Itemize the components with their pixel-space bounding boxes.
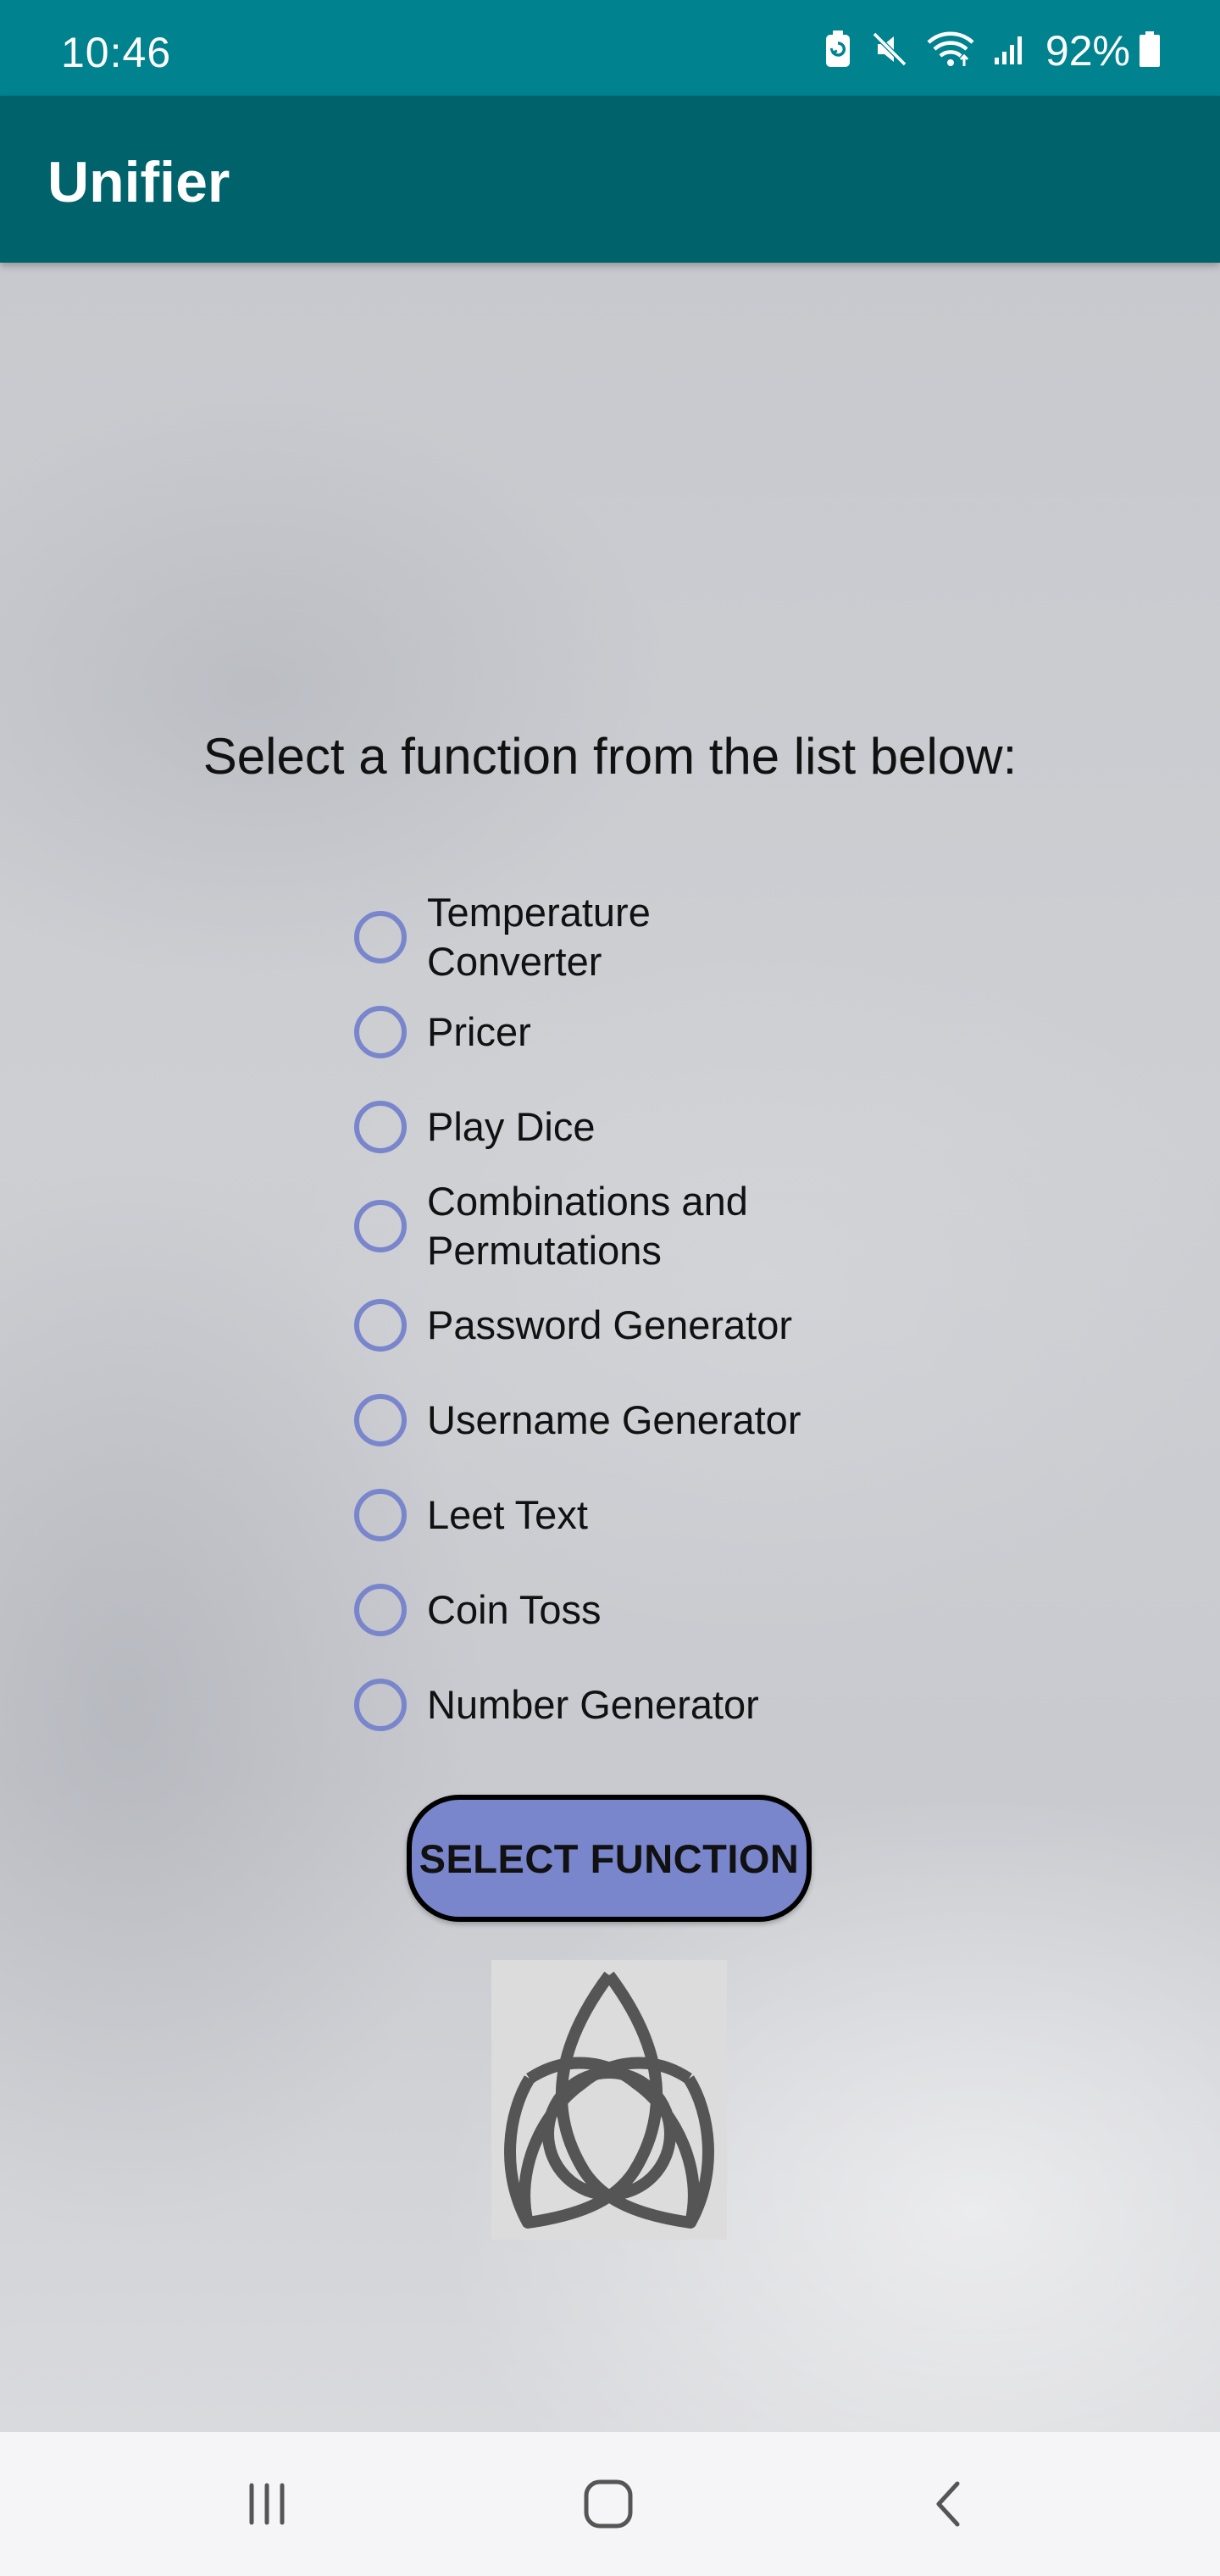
radio-option-combinations-and-permutations[interactable]: Combinations and Permutations xyxy=(352,1174,945,1278)
triquetra-icon xyxy=(504,1971,714,2229)
radio-button[interactable] xyxy=(354,1584,407,1636)
wifi-icon xyxy=(927,31,974,72)
radio-option-label: Temperature Converter xyxy=(427,890,651,984)
back-icon xyxy=(936,2481,960,2527)
radio-option-label: Username Generator xyxy=(427,1397,801,1442)
status-icons: 92% xyxy=(824,25,1161,76)
radio-option-temperature-converter[interactable]: Temperature Converter xyxy=(352,890,945,985)
radio-option-label: Leet Text xyxy=(427,1492,588,1537)
radio-option-leet-text[interactable]: Leet Text xyxy=(352,1468,945,1563)
mute-icon xyxy=(871,31,908,72)
home-icon xyxy=(584,2479,633,2529)
radio-option-username-generator[interactable]: Username Generator xyxy=(352,1373,945,1468)
logo-image xyxy=(491,1960,727,2240)
radio-button[interactable] xyxy=(354,1101,407,1153)
app-bar: Unifier xyxy=(0,96,1220,263)
radio-button[interactable] xyxy=(354,1200,407,1252)
battery-saver-icon xyxy=(824,30,852,73)
radio-button[interactable] xyxy=(354,1679,407,1731)
radio-option-play-dice[interactable]: Play Dice xyxy=(352,1080,945,1174)
recent-apps-icon xyxy=(249,2483,285,2525)
home-button[interactable] xyxy=(574,2470,642,2538)
radio-button[interactable] xyxy=(354,1394,407,1446)
recent-apps-button[interactable] xyxy=(233,2470,301,2538)
radio-option-label: Play Dice xyxy=(427,1104,596,1149)
radio-option-label: Number Generator xyxy=(427,1682,759,1727)
app-title: Unifier xyxy=(47,150,230,214)
radio-button[interactable] xyxy=(354,1489,407,1541)
back-button[interactable] xyxy=(915,2470,983,2538)
radio-button[interactable] xyxy=(354,911,407,963)
system-nav-bar xyxy=(0,2432,1220,2576)
status-time: 10:46 xyxy=(61,29,172,76)
radio-option-label: Coin Toss xyxy=(427,1587,602,1632)
radio-option-pricer[interactable]: Pricer xyxy=(352,985,945,1080)
radio-option-coin-toss[interactable]: Coin Toss xyxy=(352,1563,945,1657)
battery-percent: 92% xyxy=(1045,27,1130,75)
radio-button[interactable] xyxy=(354,1299,407,1352)
main-content: Select a function from the list below: T… xyxy=(0,263,1220,2432)
function-prompt: Select a function from the list below: xyxy=(202,728,1018,785)
radio-option-label: Combinations and Permutations xyxy=(427,1179,748,1273)
radio-option-label: Pricer xyxy=(427,1009,531,1054)
function-radio-group: Temperature Converter Pricer Play Dice C… xyxy=(352,890,945,1752)
radio-option-number-generator[interactable]: Number Generator xyxy=(352,1657,945,1752)
select-function-button[interactable]: SELECT FUNCTION xyxy=(407,1795,812,1922)
battery-icon xyxy=(1139,31,1161,72)
radio-button[interactable] xyxy=(354,1006,407,1058)
radio-option-label: Password Generator xyxy=(427,1302,793,1347)
status-bar: 10:46 92% xyxy=(0,0,1220,96)
radio-option-password-generator[interactable]: Password Generator xyxy=(352,1278,945,1373)
signal-icon xyxy=(993,32,1027,70)
